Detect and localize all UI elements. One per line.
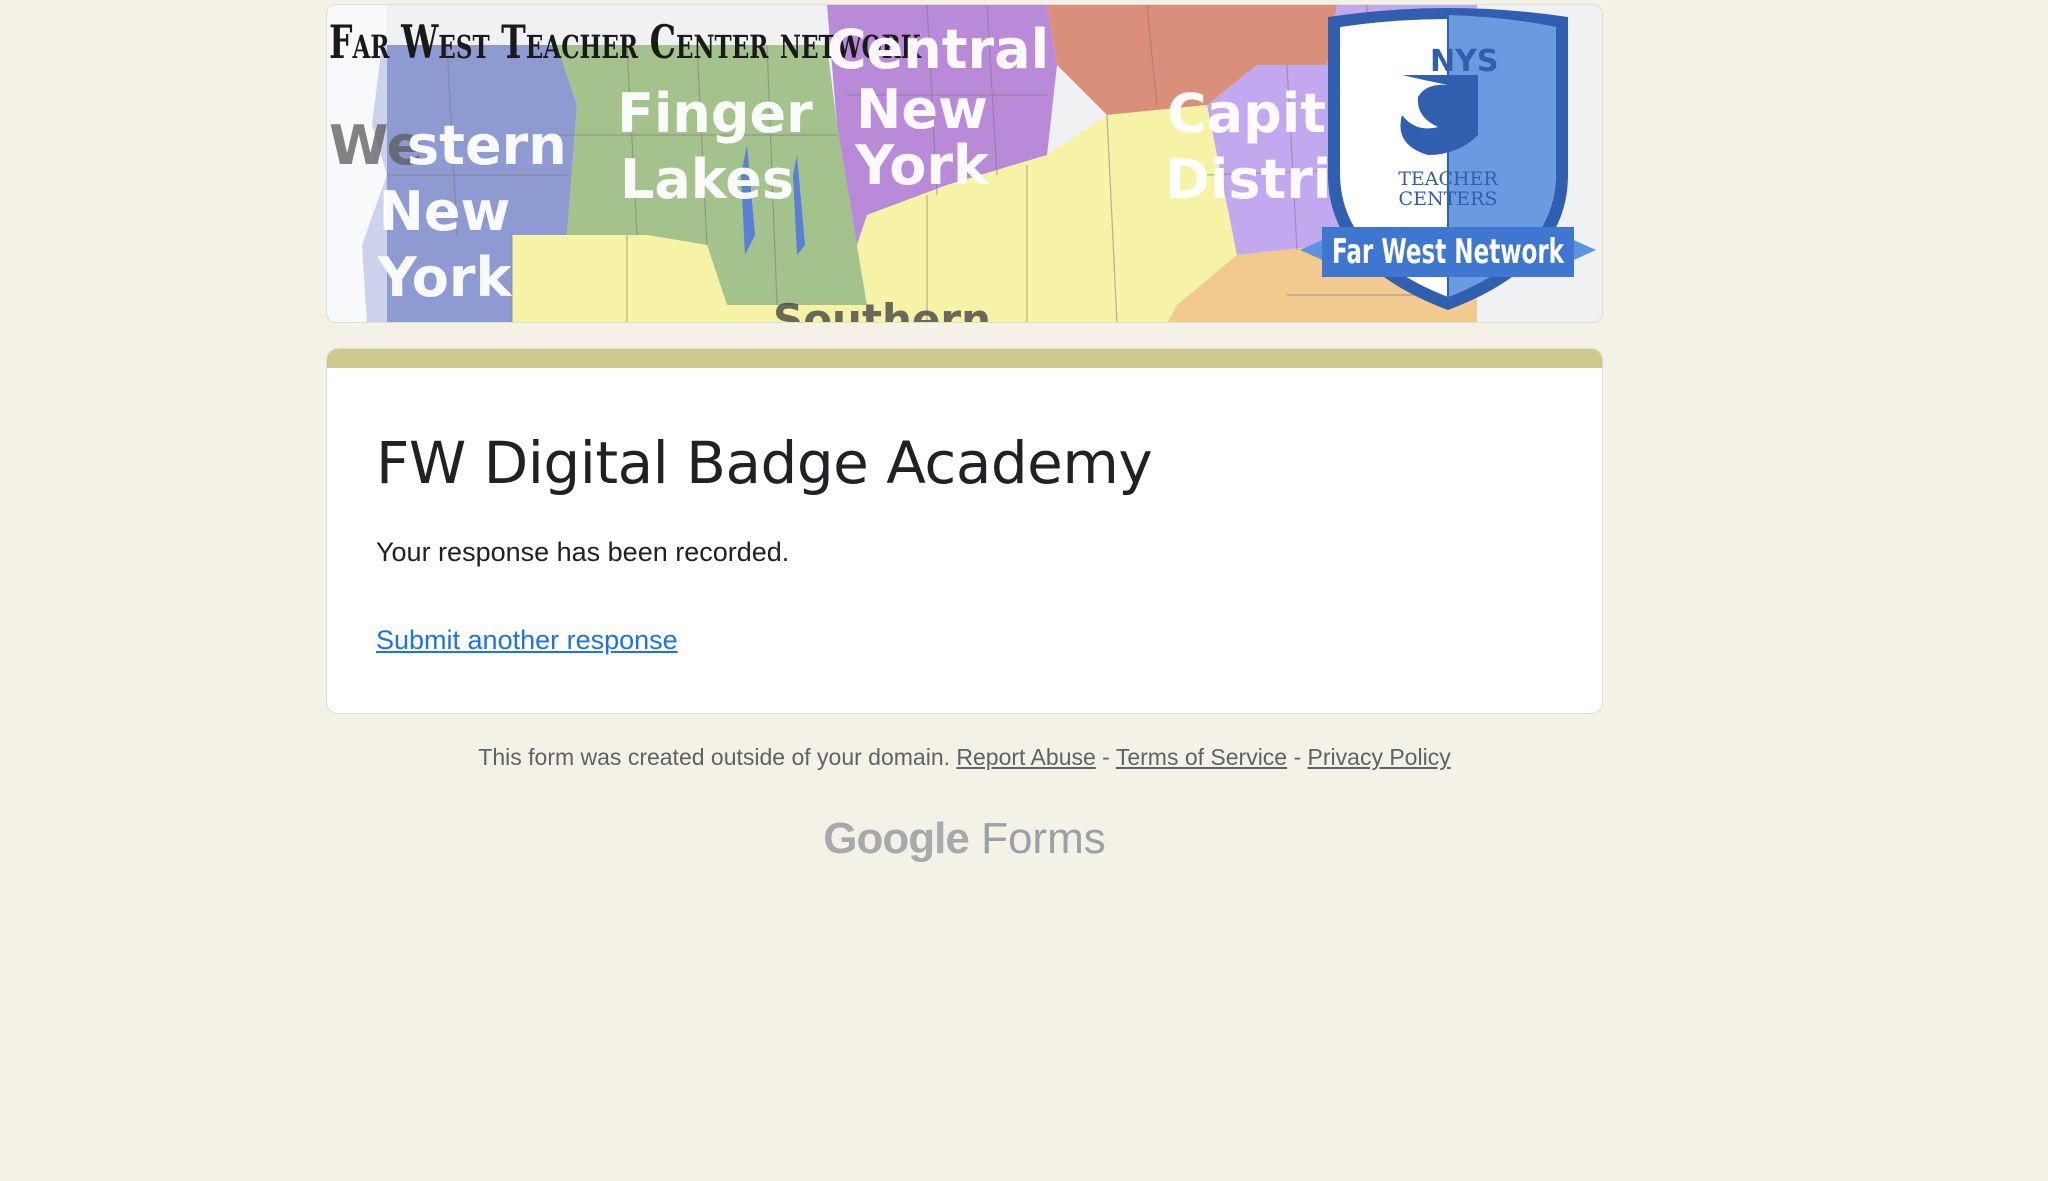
svg-text:Far West Network: Far West Network (1332, 232, 1565, 272)
footer-domain-notice: This form was created outside of your do… (478, 744, 951, 770)
nys-teacher-centers-logo: NYS TEACHER CENTERS Far West Network (1300, 8, 1596, 310)
footer-separator: - (1293, 744, 1302, 770)
submit-another-response-link[interactable]: Submit another response (376, 625, 678, 656)
region-label-western: stern (407, 114, 567, 177)
form-title: FW Digital Badge Academy (376, 429, 1153, 497)
report-abuse-link[interactable]: Report Abuse (956, 744, 1095, 770)
form-confirmation-card: FW Digital Badge Academy Your response h… (326, 348, 1603, 714)
footer-separator: - (1102, 744, 1110, 770)
google-wordmark: Google (823, 814, 970, 863)
confirmation-message: Your response has been recorded. (376, 537, 790, 567)
region-label-central-york: York (855, 134, 989, 197)
google-forms-logo[interactable]: Google Forms (326, 814, 1603, 864)
page-wrapper: Far West Teacher Center network We stern… (326, 4, 1603, 863)
header-banner-image: Far West Teacher Center network We stern… (326, 4, 1603, 323)
card-accent-bar (327, 349, 1602, 368)
svg-text:NYS: NYS (1430, 44, 1498, 79)
privacy-policy-link[interactable]: Privacy Policy (1308, 744, 1451, 770)
svg-text:TEACHER: TEACHER (1398, 168, 1498, 190)
svg-text:CENTERS: CENTERS (1399, 188, 1498, 210)
region-label-western-new: New (378, 180, 511, 243)
form-footer: This form was created outside of your do… (326, 744, 1603, 771)
terms-of-service-link[interactable]: Terms of Service (1116, 744, 1287, 770)
region-label-central: Central (827, 18, 1050, 81)
region-label-lakes: Lakes (619, 148, 795, 211)
region-label-western-york: York (377, 246, 512, 309)
region-label-southern-tier: Southern Tier (772, 295, 992, 323)
forms-wordmark: Forms (981, 814, 1106, 863)
region-label-finger: Finger (617, 82, 813, 145)
